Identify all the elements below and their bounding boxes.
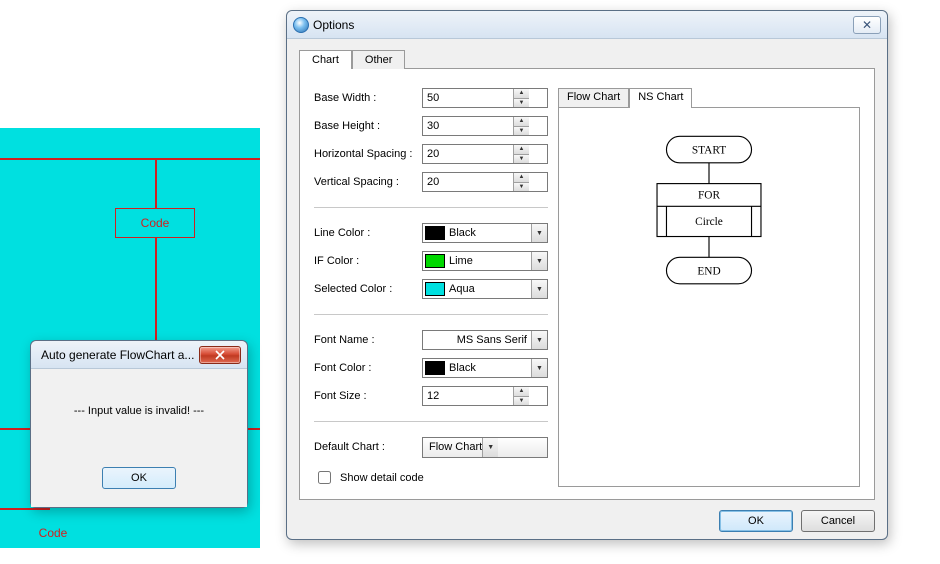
chevron-up-icon[interactable]: ▲: [514, 173, 529, 183]
options-dialog: Options ✕ Chart Other Base Width : ▲▼ Ba…: [286, 10, 888, 540]
alert-titlebar[interactable]: Auto generate FlowChart a...: [31, 341, 247, 369]
font-color-label: Font Color :: [314, 362, 422, 374]
chevron-down-icon[interactable]: ▼: [514, 397, 529, 406]
canvas-line: [155, 158, 157, 208]
chevron-down-icon[interactable]: ▼: [514, 183, 529, 192]
chevron-down-icon[interactable]: ▼: [531, 359, 547, 377]
chevron-down-icon[interactable]: ▼: [482, 438, 498, 457]
tab-chart[interactable]: Chart: [299, 50, 352, 69]
chevron-up-icon[interactable]: ▲: [514, 387, 529, 397]
line-color-swatch: [425, 226, 445, 240]
default-chart-text: Flow Chart: [429, 441, 482, 453]
if-color-combo[interactable]: Lime ▼: [422, 251, 548, 271]
font-size-input[interactable]: [423, 387, 513, 405]
close-icon[interactable]: ✕: [853, 16, 881, 34]
preview-panel: START FOR Circle END: [558, 107, 860, 487]
chevron-down-icon[interactable]: ▼: [531, 252, 547, 270]
base-height-input[interactable]: [423, 117, 513, 135]
font-color-text: Black: [449, 362, 531, 374]
tabpanel-chart: Base Width : ▲▼ Base Height : ▲▼ Horizon…: [299, 68, 875, 500]
if-color-text: Lime: [449, 255, 531, 267]
preview-circle: Circle: [695, 216, 723, 228]
font-color-swatch: [425, 361, 445, 375]
line-color-text: Black: [449, 227, 531, 239]
hspacing-label: Horizontal Spacing :: [314, 148, 422, 160]
chevron-down-icon[interactable]: ▼: [531, 280, 547, 298]
preview-start: START: [692, 144, 726, 156]
show-detail-checkbox-row[interactable]: Show detail code: [314, 468, 548, 487]
preview-end: END: [697, 265, 720, 277]
preview-for: FOR: [698, 190, 720, 202]
chevron-down-icon[interactable]: ▼: [514, 155, 529, 164]
canvas-node[interactable]: Code: [115, 208, 195, 238]
options-title: Options: [313, 18, 853, 32]
preview-tabstrip: Flow Chart NS Chart: [558, 87, 860, 107]
canvas-node-label: Code: [39, 526, 68, 540]
default-chart-select[interactable]: Flow Chart ▼: [422, 437, 548, 458]
font-color-combo[interactable]: Black ▼: [422, 358, 548, 378]
preview-tab-flow[interactable]: Flow Chart: [558, 88, 629, 108]
hspacing-stepper[interactable]: ▲▼: [422, 144, 548, 164]
sel-color-combo[interactable]: Aqua ▼: [422, 279, 548, 299]
font-size-label: Font Size :: [314, 390, 422, 402]
alert-ok-button[interactable]: OK: [102, 467, 176, 489]
vspacing-input[interactable]: [423, 173, 513, 191]
chevron-up-icon[interactable]: ▲: [514, 145, 529, 155]
show-detail-label: Show detail code: [340, 472, 424, 484]
font-name-text: MS Sans Serif: [429, 334, 531, 346]
preview-svg: START FOR Circle END: [559, 108, 859, 486]
base-width-stepper[interactable]: ▲▼: [422, 88, 548, 108]
chevron-up-icon[interactable]: ▲: [514, 117, 529, 127]
default-chart-label: Default Chart :: [314, 441, 422, 453]
chevron-down-icon[interactable]: ▼: [514, 99, 529, 108]
if-color-label: IF Color :: [314, 255, 422, 267]
tab-other[interactable]: Other: [352, 50, 406, 69]
sel-color-label: Selected Color :: [314, 283, 422, 295]
vspacing-label: Vertical Spacing :: [314, 176, 422, 188]
sel-color-text: Aqua: [449, 283, 531, 295]
close-icon[interactable]: [199, 346, 241, 364]
font-name-combo[interactable]: MS Sans Serif ▼: [422, 330, 548, 350]
canvas-node-label: Code: [141, 216, 170, 230]
app-icon: [293, 17, 309, 33]
line-color-label: Line Color :: [314, 227, 422, 239]
base-height-stepper[interactable]: ▲▼: [422, 116, 548, 136]
alert-dialog: Auto generate FlowChart a... --- Input v…: [30, 340, 248, 508]
hspacing-input[interactable]: [423, 145, 513, 163]
base-width-label: Base Width :: [314, 92, 422, 104]
options-tabstrip: Chart Other: [299, 49, 875, 68]
chevron-down-icon[interactable]: ▼: [531, 224, 547, 242]
line-color-combo[interactable]: Black ▼: [422, 223, 548, 243]
canvas-line: [0, 158, 260, 160]
chevron-down-icon[interactable]: ▼: [531, 331, 547, 349]
font-name-label: Font Name :: [314, 334, 422, 346]
options-titlebar[interactable]: Options ✕: [287, 11, 887, 39]
vspacing-stepper[interactable]: ▲▼: [422, 172, 548, 192]
preview-tab-ns[interactable]: NS Chart: [629, 88, 692, 108]
alert-body: --- Input value is invalid! --- OK: [31, 369, 247, 507]
chevron-up-icon[interactable]: ▲: [514, 89, 529, 99]
show-detail-checkbox[interactable]: [318, 471, 331, 484]
alert-message: --- Input value is invalid! ---: [74, 405, 204, 417]
base-width-input[interactable]: [423, 89, 513, 107]
if-color-swatch: [425, 254, 445, 268]
font-size-stepper[interactable]: ▲▼: [422, 386, 548, 406]
ok-button[interactable]: OK: [719, 510, 793, 532]
cancel-button[interactable]: Cancel: [801, 510, 875, 532]
base-height-label: Base Height :: [314, 120, 422, 132]
canvas-node: Code: [18, 520, 88, 546]
alert-title: Auto generate FlowChart a...: [41, 348, 199, 362]
canvas-line: [0, 508, 50, 510]
chevron-down-icon[interactable]: ▼: [514, 127, 529, 136]
sel-color-swatch: [425, 282, 445, 296]
canvas-line: [155, 238, 157, 348]
